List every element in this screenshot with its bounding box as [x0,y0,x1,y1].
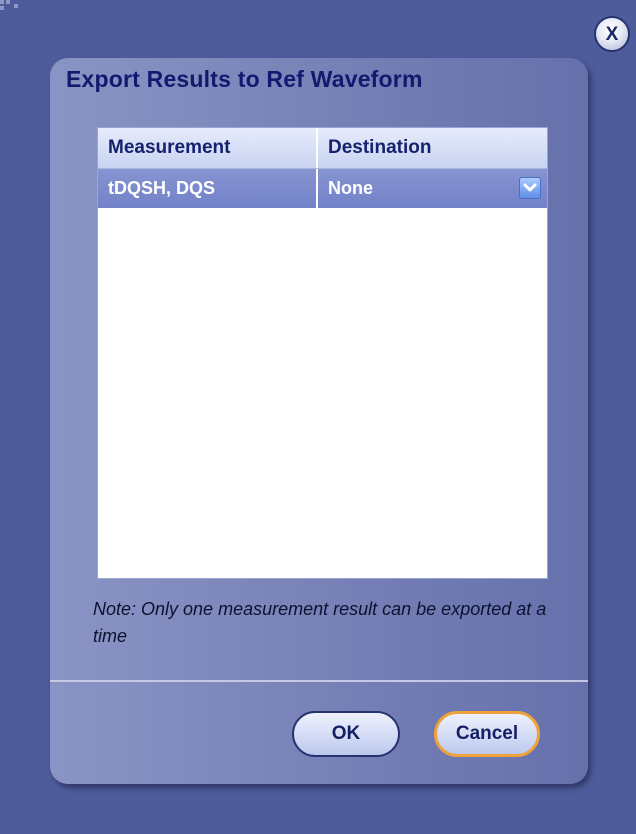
results-table: Measurement Destination tDQSH, DQS None [97,127,548,579]
table-row[interactable]: tDQSH, DQS None [98,169,547,208]
dropdown-button[interactable] [519,177,541,199]
destination-value: None [328,178,373,198]
corner-grip [0,0,22,16]
header-destination: Destination [328,137,432,158]
export-dialog: Export Results to Ref Waveform Measureme… [50,58,588,784]
note-text: Note: Only one measurement result can be… [93,599,547,646]
header-measurement: Measurement [98,128,318,168]
measurement-cell: tDQSH, DQS [98,169,318,208]
table-header: Measurement Destination [98,128,547,169]
dialog-title: Export Results to Ref Waveform [66,66,423,92]
destination-select[interactable]: None [318,169,547,208]
separator [50,680,588,682]
chevron-down-icon [523,183,537,192]
ok-button[interactable]: OK [292,711,400,757]
cancel-button[interactable]: Cancel [434,711,540,757]
close-icon: X [605,23,619,45]
close-button[interactable]: X [594,16,630,52]
